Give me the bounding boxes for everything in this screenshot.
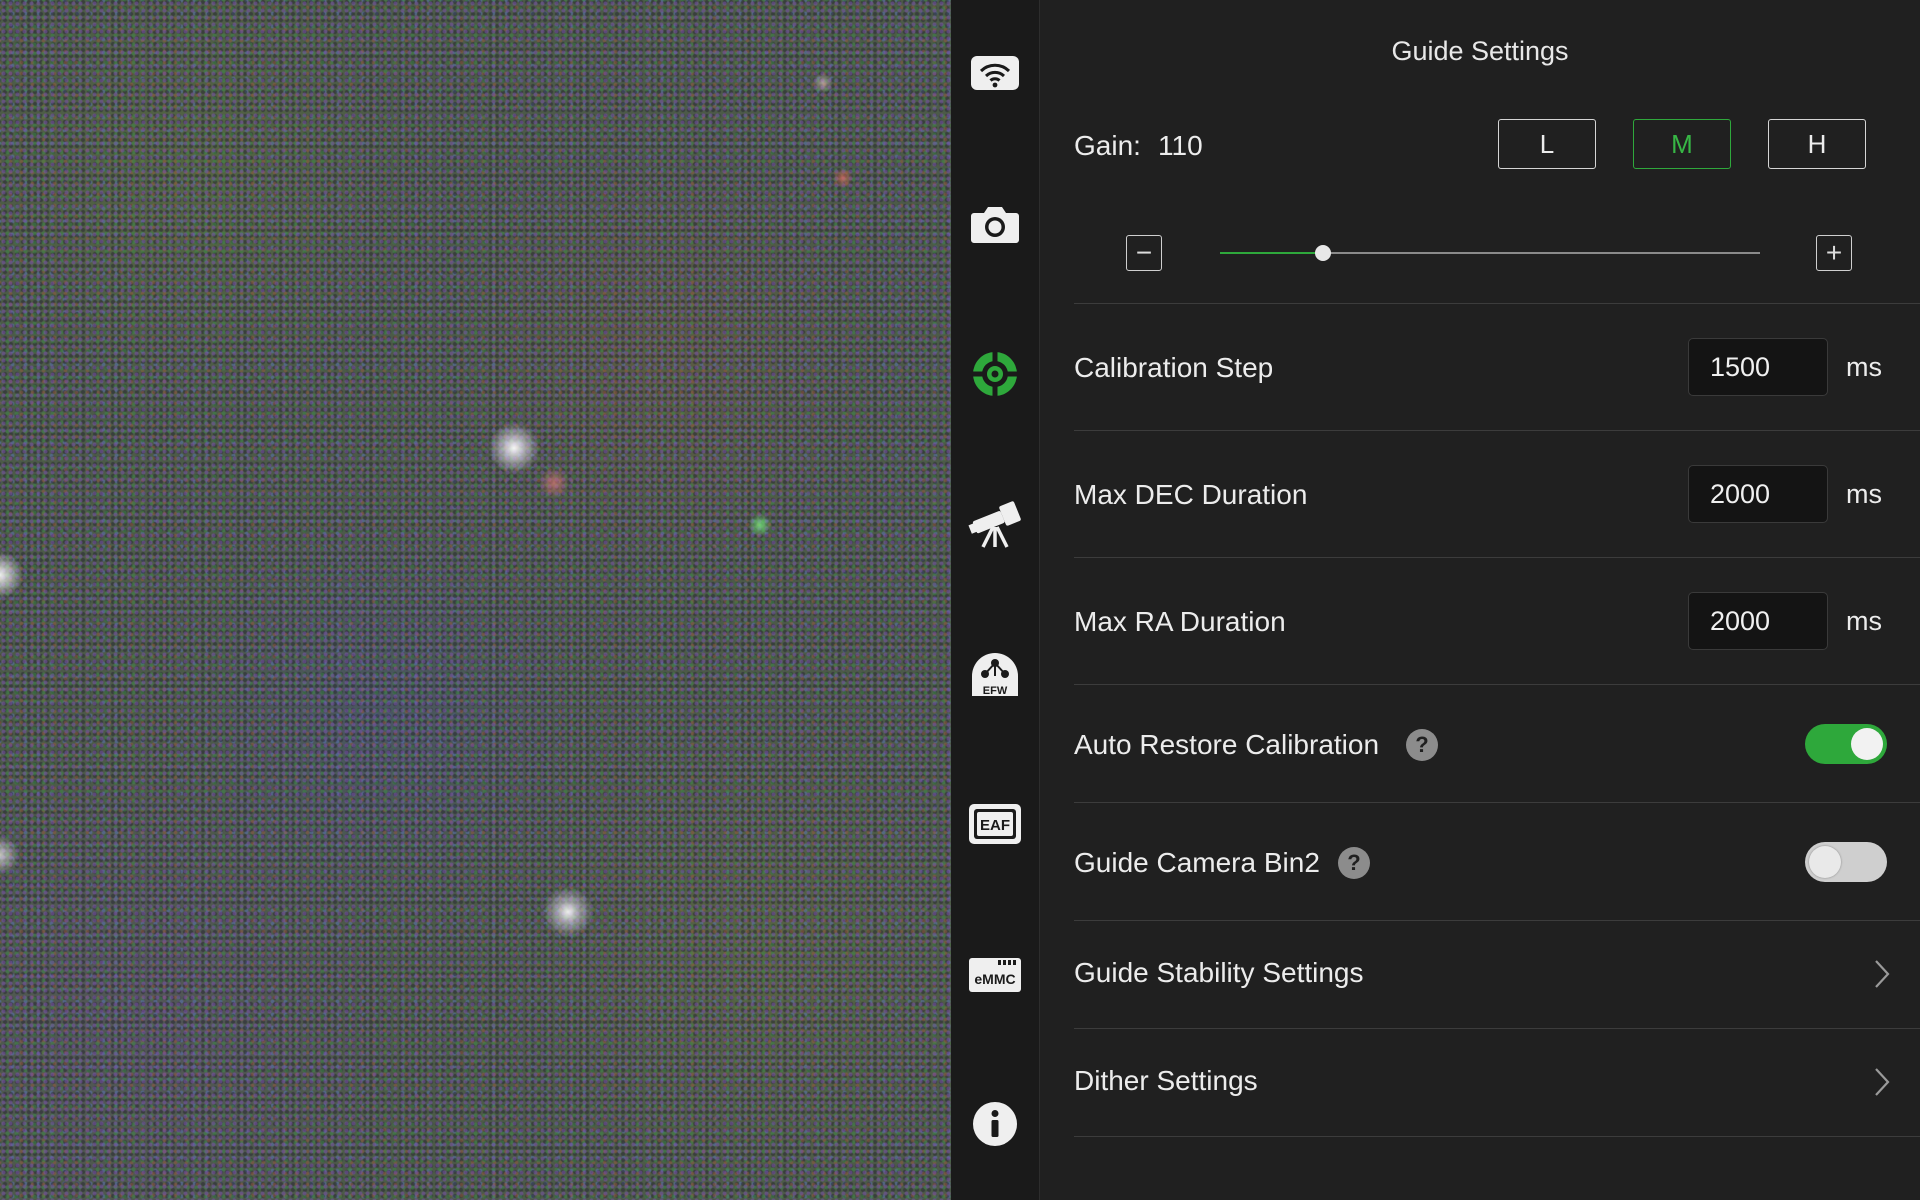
sidebar: EFW EAF eMMC: [951, 0, 1040, 1200]
divider: [1074, 303, 1920, 304]
max-dec-duration-unit: ms: [1846, 479, 1882, 509]
auto-restore-calibration-label: Auto Restore Calibration: [1074, 729, 1380, 760]
guide-button[interactable]: [965, 344, 1025, 404]
page-title: Guide Settings: [1391, 36, 1569, 66]
calibration-step-input[interactable]: 1500: [1688, 338, 1828, 396]
divider: [1074, 430, 1920, 431]
auto-restore-calibration-toggle[interactable]: [1805, 724, 1887, 764]
gain-decrement-button[interactable]: −: [1126, 235, 1162, 271]
star: [538, 882, 598, 942]
divider: [1074, 557, 1920, 558]
telescope-button[interactable]: [965, 494, 1025, 554]
telescope-icon: [968, 501, 1021, 548]
max-ra-duration-unit: ms: [1846, 606, 1882, 636]
focuser-icon-label: EAF: [980, 817, 1010, 834]
max-dec-duration-input[interactable]: 2000: [1688, 465, 1828, 523]
divider: [1074, 684, 1920, 685]
wifi-icon: [971, 56, 1019, 90]
guide-star-image[interactable]: [0, 0, 951, 1200]
filter-wheel-icon: EFW: [972, 653, 1018, 697]
chevron-right-icon: [1875, 960, 1890, 988]
info-button[interactable]: [965, 1094, 1025, 1154]
filter-wheel-button[interactable]: EFW: [965, 644, 1025, 704]
filter-wheel-icon-label: EFW: [983, 685, 1008, 697]
auto-restore-calibration-help-icon[interactable]: ?: [1406, 729, 1438, 761]
star: [484, 418, 544, 478]
gain-preset-high-button[interactable]: H: [1768, 119, 1866, 169]
max-dec-duration-label: Max DEC Duration: [1074, 479, 1308, 510]
guide-camera-bin2-help-icon[interactable]: ?: [1338, 847, 1370, 879]
star: [536, 465, 572, 501]
gain-increment-button[interactable]: +: [1816, 235, 1852, 271]
star: [830, 165, 856, 191]
guide-settings-panel: Guide Settings Gain: 110 L M H − + Calib…: [1040, 0, 1920, 1200]
focuser-icon: EAF: [969, 804, 1021, 844]
gain-value: 110: [1158, 130, 1203, 161]
divider: [1074, 802, 1920, 803]
camera-icon: [971, 207, 1019, 243]
gain-label: Gain:: [1074, 130, 1141, 161]
guide-camera-bin2-label: Guide Camera Bin2: [1074, 847, 1320, 878]
star: [0, 830, 25, 880]
star: [0, 545, 30, 605]
toggle-knob: [1851, 728, 1883, 760]
gain-slider-thumb[interactable]: [1314, 245, 1331, 261]
star: [745, 510, 775, 540]
chevron-right-icon: [1875, 1068, 1890, 1096]
storage-icon-label: eMMC: [974, 971, 1015, 987]
gain-slider-fill: [1220, 252, 1323, 254]
focuser-button[interactable]: EAF: [965, 794, 1025, 854]
calibration-step-unit: ms: [1846, 352, 1882, 382]
storage-button[interactable]: eMMC: [965, 944, 1025, 1004]
max-ra-duration-label: Max RA Duration: [1074, 606, 1286, 637]
camera-button[interactable]: [965, 194, 1025, 254]
gain-slider[interactable]: [1220, 245, 1760, 261]
dither-settings-row[interactable]: Dither Settings: [1074, 1037, 1920, 1127]
info-icon: [973, 1102, 1017, 1146]
dither-settings-label: Dither Settings: [1074, 1065, 1258, 1096]
divider: [1074, 920, 1920, 921]
divider: [1074, 1028, 1920, 1029]
guide-stability-settings-row[interactable]: Guide Stability Settings: [1074, 929, 1920, 1019]
calibration-step-label: Calibration Step: [1074, 352, 1274, 383]
storage-icon: eMMC: [969, 958, 1021, 992]
guide-stability-settings-label: Guide Stability Settings: [1074, 957, 1364, 988]
gain-preset-medium-button[interactable]: M: [1633, 119, 1731, 169]
guide-camera-bin2-toggle[interactable]: [1805, 842, 1887, 882]
guide-crosshair-icon: [971, 350, 1019, 398]
star: [810, 70, 836, 96]
toggle-knob: [1809, 846, 1841, 878]
wifi-button[interactable]: [965, 44, 1025, 104]
max-ra-duration-input[interactable]: 2000: [1688, 592, 1828, 650]
gain-preset-low-button[interactable]: L: [1498, 119, 1596, 169]
divider: [1074, 1136, 1920, 1137]
